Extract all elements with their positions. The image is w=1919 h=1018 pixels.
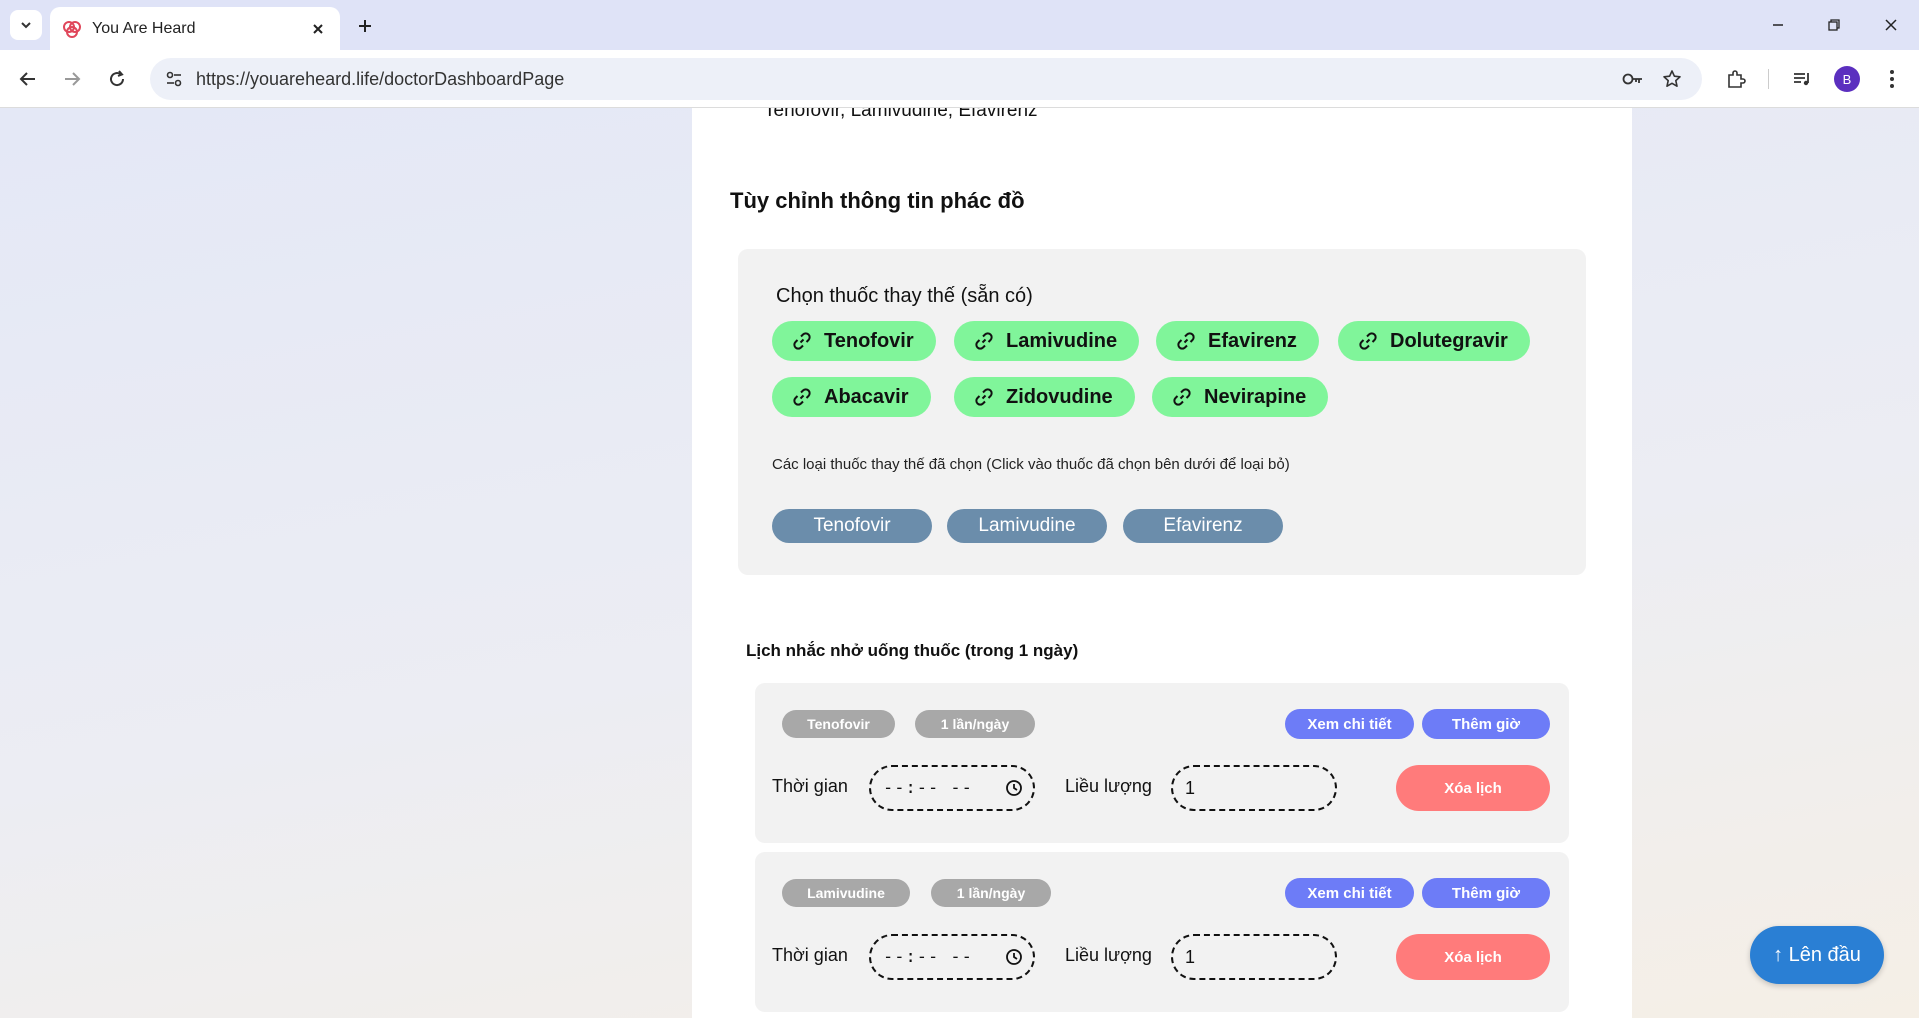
- more-vert-icon: [1890, 70, 1894, 88]
- site-info-button[interactable]: [158, 63, 190, 95]
- time-value: --:-- --: [883, 947, 973, 967]
- tab-strip: You Are Heard: [0, 0, 1919, 50]
- alternative-drugs-panel: Chọn thuốc thay thế (sẵn có) Tenofovir L…: [738, 249, 1586, 575]
- schedule-card: Tenofovir 1 lần/ngày Xem chi tiết Thêm g…: [755, 683, 1569, 843]
- drug-chip-label: Dolutegravir: [1390, 329, 1508, 352]
- drug-chip-nevirapine[interactable]: Nevirapine: [1152, 377, 1329, 417]
- plus-icon: [359, 20, 371, 32]
- minimize-icon: [1773, 24, 1783, 26]
- dose-input[interactable]: 1: [1171, 934, 1337, 980]
- bookmark-button[interactable]: [1657, 64, 1687, 94]
- frequency-tag: 1 lần/ngày: [931, 879, 1051, 907]
- drug-chip-abacavir[interactable]: Abacavir: [772, 377, 931, 417]
- delete-schedule-button[interactable]: Xóa lịch: [1396, 765, 1550, 811]
- forward-button[interactable]: [56, 63, 88, 95]
- selected-drug-chip[interactable]: Tenofovir: [772, 509, 932, 543]
- content-card: Tenofovir, Lamivudine, Efavirenz Tùy chỉ…: [692, 108, 1632, 1018]
- restore-button[interactable]: [1814, 10, 1854, 40]
- drug-chip-label: Tenofovir: [824, 329, 914, 352]
- restore-icon: [1828, 19, 1840, 31]
- section-title: Tùy chỉnh thông tin phác đồ: [730, 188, 1025, 213]
- link-icon: [1177, 332, 1195, 350]
- profile-avatar[interactable]: B: [1834, 66, 1860, 92]
- time-label: Thời gian: [772, 776, 848, 796]
- toolbar-divider: [1768, 69, 1769, 89]
- close-icon: [1885, 19, 1897, 31]
- playlist-icon: [1794, 73, 1809, 86]
- drug-chip-label: Lamivudine: [1006, 329, 1118, 352]
- clock-icon[interactable]: [1005, 779, 1023, 797]
- link-icon: [975, 388, 993, 406]
- current-regimen-text: Tenofovir, Lamivudine, Efavirenz: [764, 108, 1038, 121]
- minimize-button[interactable]: [1758, 10, 1798, 40]
- extensions-button[interactable]: [1720, 63, 1752, 95]
- close-tab-icon[interactable]: [308, 19, 328, 39]
- dose-input[interactable]: 1: [1171, 765, 1337, 811]
- browser-menu-button[interactable]: [1876, 63, 1908, 95]
- drug-chip-dolutegravir[interactable]: Dolutegravir: [1338, 321, 1530, 361]
- page-viewport: Tenofovir, Lamivudine, Efavirenz Tùy chỉ…: [0, 108, 1919, 1018]
- drug-tag: Tenofovir: [782, 710, 895, 738]
- drug-chip-label: Zidovudine: [1006, 385, 1113, 408]
- star-icon: [1663, 70, 1681, 87]
- password-key-button[interactable]: [1618, 64, 1648, 94]
- drug-chip-zidovudine[interactable]: Zidovudine: [954, 377, 1135, 417]
- tune-icon: [166, 71, 182, 87]
- media-controls-button[interactable]: [1786, 63, 1818, 95]
- selected-drug-chip[interactable]: Efavirenz: [1123, 509, 1283, 543]
- url-text[interactable]: https://youareheard.life/doctorDashboard…: [196, 69, 564, 90]
- link-icon: [1173, 388, 1191, 406]
- link-icon: [793, 332, 811, 350]
- link-icon: [793, 388, 811, 406]
- view-details-button[interactable]: Xem chi tiết: [1285, 878, 1414, 908]
- drug-chip-lamivudine[interactable]: Lamivudine: [954, 321, 1140, 361]
- add-time-button[interactable]: Thêm giờ: [1422, 878, 1550, 908]
- tab-title: You Are Heard: [92, 19, 196, 37]
- drug-chip-tenofovir[interactable]: Tenofovir: [772, 321, 936, 361]
- puzzle-icon: [1728, 70, 1746, 88]
- site-favicon-icon: [63, 20, 81, 38]
- schedule-title: Lịch nhắc nhở uống thuốc (trong 1 ngày): [746, 641, 1079, 660]
- drug-chip-efavirenz[interactable]: Efavirenz: [1156, 321, 1319, 361]
- key-icon: [1622, 73, 1642, 85]
- close-window-button[interactable]: [1871, 10, 1911, 40]
- clock-icon[interactable]: [1005, 948, 1023, 966]
- address-bar[interactable]: https://youareheard.life/doctorDashboard…: [150, 58, 1702, 100]
- link-icon: [975, 332, 993, 350]
- time-input[interactable]: --:-- --: [869, 934, 1035, 980]
- reload-button[interactable]: [101, 63, 133, 95]
- frequency-tag: 1 lần/ngày: [915, 710, 1035, 738]
- available-drugs-label: Chọn thuốc thay thế (sẵn có): [776, 285, 1033, 307]
- selected-drugs-note: Các loại thuốc thay thế đã chọn (Click v…: [772, 456, 1290, 473]
- scroll-to-top-button[interactable]: ↑ Lên đầu: [1750, 926, 1884, 984]
- drug-chip-label: Nevirapine: [1204, 385, 1307, 408]
- drug-chip-label: Abacavir: [824, 385, 909, 408]
- toolbar: https://youareheard.life/doctorDashboard…: [0, 50, 1919, 108]
- tab-search-button[interactable]: [10, 10, 42, 40]
- dose-label: Liều lượng: [1065, 945, 1152, 965]
- forward-arrow-icon: [65, 72, 81, 86]
- view-details-button[interactable]: Xem chi tiết: [1285, 709, 1414, 739]
- back-arrow-icon: [19, 72, 35, 86]
- drug-tag: Lamivudine: [782, 879, 910, 907]
- link-icon: [1359, 332, 1377, 350]
- time-value: --:-- --: [883, 778, 973, 798]
- new-tab-button[interactable]: [352, 13, 378, 39]
- time-label: Thời gian: [772, 945, 848, 965]
- schedule-card: Lamivudine 1 lần/ngày Xem chi tiết Thêm …: [755, 852, 1569, 1012]
- chevron-down-icon: [21, 22, 31, 29]
- dose-label: Liều lượng: [1065, 776, 1152, 796]
- active-tab[interactable]: You Are Heard: [50, 7, 340, 50]
- time-input[interactable]: --:-- --: [869, 765, 1035, 811]
- drug-chip-label: Efavirenz: [1208, 329, 1297, 352]
- selected-drug-chip[interactable]: Lamivudine: [947, 509, 1107, 543]
- reload-icon: [110, 70, 125, 87]
- back-button[interactable]: [12, 63, 44, 95]
- add-time-button[interactable]: Thêm giờ: [1422, 709, 1550, 739]
- delete-schedule-button[interactable]: Xóa lịch: [1396, 934, 1550, 980]
